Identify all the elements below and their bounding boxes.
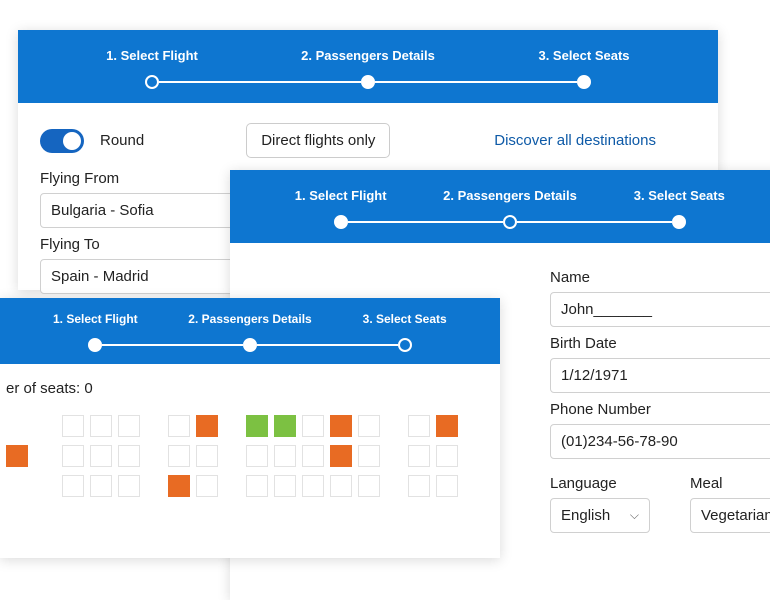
meal-label: Meal <box>690 475 770 492</box>
wizard-step-label: 2. Passengers Details <box>188 312 311 326</box>
wizard-step-3[interactable]: 3. Select Seats <box>595 188 764 229</box>
seat-available[interactable] <box>168 415 190 437</box>
wizard-step-2[interactable]: 2. Passengers Details <box>173 312 328 352</box>
phone-input[interactable]: (01)234-56-78-90 <box>550 424 770 459</box>
aisle-gap <box>146 415 162 437</box>
seat-taken <box>330 445 352 467</box>
round-trip-label: Round <box>100 132 144 149</box>
step-dot <box>672 215 686 229</box>
step-dot <box>577 75 591 89</box>
direct-flights-button[interactable]: Direct flights only <box>246 123 390 158</box>
wizard-step-label: 2. Passengers Details <box>301 48 435 63</box>
wizard-header: 1. Select Flight 2. Passengers Details 3… <box>18 30 718 103</box>
to-value: Spain - Madrid <box>51 268 149 285</box>
chevron-down-icon: ⌵ <box>630 508 639 523</box>
seat-available[interactable] <box>358 475 380 497</box>
step-dot <box>334 215 348 229</box>
step-dot <box>145 75 159 89</box>
seat-available[interactable] <box>274 445 296 467</box>
wizard-step-label: 1. Select Flight <box>106 48 198 63</box>
panel-select-seats: 1. Select Flight 2. Passengers Details 3… <box>0 298 500 558</box>
wizard-step-label: 2. Passengers Details <box>443 188 577 203</box>
seat-available[interactable] <box>358 445 380 467</box>
seat-taken <box>196 415 218 437</box>
phone-label: Phone Number <box>550 401 770 418</box>
seat-row <box>6 415 488 437</box>
seat-selected[interactable] <box>246 415 268 437</box>
seat-available[interactable] <box>436 445 458 467</box>
name-label: Name <box>550 269 770 286</box>
seat-available[interactable] <box>302 415 324 437</box>
wizard-step-1[interactable]: 1. Select Flight <box>18 312 173 352</box>
round-trip-toggle[interactable] <box>40 129 84 153</box>
seat-taken <box>168 475 190 497</box>
seat-available[interactable] <box>302 475 324 497</box>
seat-count-label: er of seats: 0 <box>6 380 488 397</box>
name-input[interactable]: John_______ <box>550 292 770 327</box>
aisle-gap <box>224 445 240 467</box>
seat-available[interactable] <box>358 415 380 437</box>
seat-taken <box>330 415 352 437</box>
step-dot <box>361 75 375 89</box>
seat-available[interactable] <box>118 415 140 437</box>
discover-destinations-link[interactable]: Discover all destinations <box>494 132 696 149</box>
wizard-step-label: 1. Select Flight <box>53 312 138 326</box>
seat-available[interactable] <box>118 445 140 467</box>
seat-available[interactable] <box>436 475 458 497</box>
seat-grid <box>6 415 488 497</box>
wizard-header: 1. Select Flight 2. Passengers Details 3… <box>0 298 500 364</box>
language-label: Language <box>550 475 650 492</box>
aisle-gap <box>224 475 240 497</box>
seat-available[interactable] <box>62 445 84 467</box>
seat-available[interactable] <box>246 445 268 467</box>
seat-available[interactable] <box>408 415 430 437</box>
aisle-gap <box>386 475 402 497</box>
wizard-step-2[interactable]: 2. Passengers Details <box>425 188 594 229</box>
wizard-step-1[interactable]: 1. Select Flight <box>256 188 425 229</box>
wizard-step-3[interactable]: 3. Select Seats <box>327 312 482 352</box>
seat-available[interactable] <box>62 415 84 437</box>
wizard-step-label: 3. Select Seats <box>538 48 629 63</box>
aisle-gap <box>386 415 402 437</box>
wizard-step-label: 3. Select Seats <box>634 188 725 203</box>
seat-available[interactable] <box>90 445 112 467</box>
wizard-step-2[interactable]: 2. Passengers Details <box>260 48 476 89</box>
seat-row <box>6 445 488 467</box>
seat-available[interactable] <box>118 475 140 497</box>
language-select[interactable]: English ⌵ <box>550 498 650 533</box>
seat-available[interactable] <box>408 475 430 497</box>
wizard-step-3[interactable]: 3. Select Seats <box>476 48 692 89</box>
wizard-step-label: 3. Select Seats <box>363 312 447 326</box>
seat-taken <box>436 415 458 437</box>
wizard-step-1[interactable]: 1. Select Flight <box>44 48 260 89</box>
step-dot <box>243 338 257 352</box>
seat-available[interactable] <box>196 475 218 497</box>
meal-select[interactable]: Vegetarian <box>690 498 770 533</box>
seat-selected[interactable] <box>274 415 296 437</box>
aisle-gap <box>386 445 402 467</box>
step-dot <box>503 215 517 229</box>
seat-available[interactable] <box>62 475 84 497</box>
aisle-gap <box>224 415 240 437</box>
wizard-header: 1. Select Flight 2. Passengers Details 3… <box>230 170 770 243</box>
seat-available[interactable] <box>302 445 324 467</box>
seat-available[interactable] <box>274 475 296 497</box>
seat-available[interactable] <box>90 415 112 437</box>
aisle-gap <box>146 475 162 497</box>
step-dot <box>398 338 412 352</box>
seat-available[interactable] <box>408 445 430 467</box>
seat-available[interactable] <box>246 475 268 497</box>
seat-available[interactable] <box>330 475 352 497</box>
aisle-gap <box>146 445 162 467</box>
seat-taken <box>6 445 28 467</box>
birth-label: Birth Date <box>550 335 770 352</box>
seat-available[interactable] <box>168 445 190 467</box>
from-value: Bulgaria - Sofia <box>51 202 154 219</box>
seat-available[interactable] <box>196 445 218 467</box>
wizard-step-label: 1. Select Flight <box>295 188 387 203</box>
seat-available[interactable] <box>90 475 112 497</box>
step-dot <box>88 338 102 352</box>
birth-date-input[interactable]: 1/12/1971 <box>550 358 770 393</box>
seat-row <box>6 475 488 497</box>
